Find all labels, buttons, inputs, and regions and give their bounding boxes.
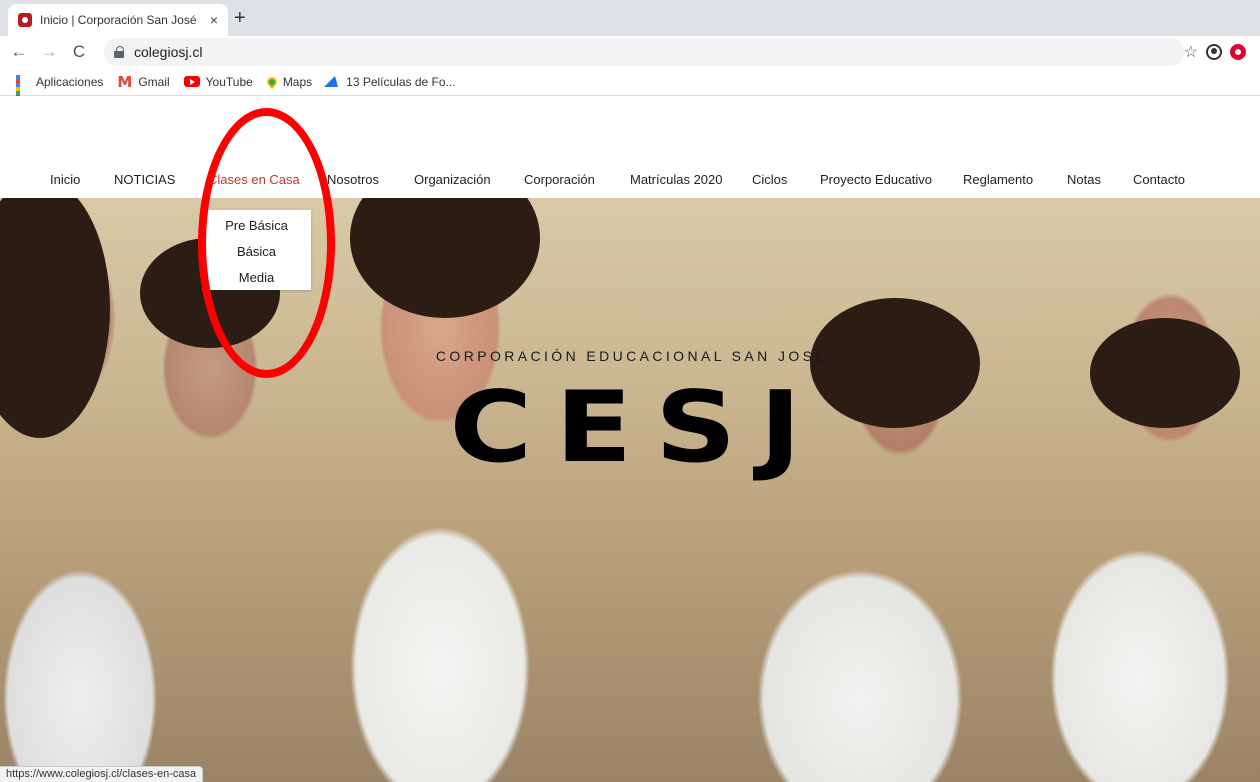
nav-proyecto-educativo[interactable]: Proyecto Educativo <box>820 172 932 187</box>
status-bar-url: https://www.colegiosj.cl/clases-en-casa <box>0 766 204 782</box>
bookmark-gmail[interactable]: M Gmail <box>117 73 169 91</box>
dropdown-item-basica[interactable]: Básica <box>202 244 311 259</box>
nav-nosotros[interactable]: Nosotros <box>327 172 379 187</box>
extension-icon[interactable] <box>1230 44 1246 60</box>
browser-toolbar: ← → C colegiosj.cl ☆ <box>0 36 1260 68</box>
apps-grid-icon <box>16 74 30 111</box>
forward-arrow-icon[interactable]: → <box>38 42 60 62</box>
address-bar[interactable]: colegiosj.cl <box>104 38 1184 66</box>
nav-inicio[interactable]: Inicio <box>50 172 80 187</box>
back-arrow-icon[interactable]: ← <box>8 42 30 62</box>
tab-close-icon[interactable]: × <box>210 12 218 28</box>
nav-ciclos[interactable]: Ciclos <box>752 172 787 187</box>
bookmark-site-icon <box>324 76 343 87</box>
main-nav: Inicio NOTICIAS Clases en Casa Nosotros … <box>0 172 1260 194</box>
maps-pin-icon <box>264 74 279 89</box>
bookmark-label: Maps <box>282 74 313 89</box>
tab-title: Inicio | Corporación San José <box>40 13 197 27</box>
hero-subtitle: CORPORACIÓN EDUCACIONAL SAN JOSÉ <box>435 348 829 364</box>
website: CORPORACIÓN EDUCACIONAL SAN JOSÉ CESJ In… <box>0 96 1260 782</box>
bookmark-label: Gmail <box>138 74 170 89</box>
bookmark-apps[interactable]: Aplicaciones <box>16 74 104 111</box>
bookmark-label: 13 Películas de Fo... <box>346 74 456 89</box>
youtube-icon <box>183 76 200 87</box>
nav-reglamento[interactable]: Reglamento <box>963 172 1033 187</box>
dropdown-item-media[interactable]: Media <box>202 270 311 285</box>
hero-image: CORPORACIÓN EDUCACIONAL SAN JOSÉ CESJ <box>0 198 1260 782</box>
bookmark-peliculas[interactable]: 13 Películas de Fo... <box>324 74 456 89</box>
profile-avatar-icon[interactable] <box>1206 44 1222 60</box>
nav-organizacion[interactable]: Organización <box>414 172 491 187</box>
reload-icon[interactable]: C <box>68 42 90 62</box>
address-url: colegiosj.cl <box>134 44 203 60</box>
clases-en-casa-dropdown: Pre Básica Básica Media <box>202 210 311 290</box>
hero-photo-detail <box>350 198 540 318</box>
browser-tab[interactable]: Inicio | Corporación San José × <box>8 4 228 36</box>
bookmark-label: YouTube <box>205 74 253 89</box>
nav-noticias[interactable]: NOTICIAS <box>114 172 175 187</box>
bookmark-star-icon[interactable]: ☆ <box>1184 42 1198 62</box>
nav-notas[interactable]: Notas <box>1067 172 1101 187</box>
nav-clases-en-casa[interactable]: Clases en Casa <box>208 172 300 187</box>
bookmark-maps[interactable]: Maps <box>264 74 313 89</box>
new-tab-button[interactable]: + <box>234 8 246 28</box>
lock-icon <box>114 46 124 58</box>
bookmarks-bar: Aplicaciones M Gmail YouTube Maps 13 Pel… <box>0 68 1260 111</box>
hero-logo: CESJ <box>449 371 825 485</box>
site-favicon-icon <box>18 13 32 27</box>
dropdown-item-pre-basica[interactable]: Pre Básica <box>202 218 311 233</box>
browser-tab-strip: Inicio | Corporación San José × + <box>0 0 1260 36</box>
nav-corporacion[interactable]: Corporación <box>524 172 595 187</box>
gmail-icon: M <box>117 72 133 91</box>
bookmark-youtube[interactable]: YouTube <box>183 74 253 89</box>
nav-contacto[interactable]: Contacto <box>1133 172 1185 187</box>
bookmark-label: Aplicaciones <box>36 74 104 89</box>
nav-matriculas[interactable]: Matrículas 2020 <box>630 172 723 187</box>
